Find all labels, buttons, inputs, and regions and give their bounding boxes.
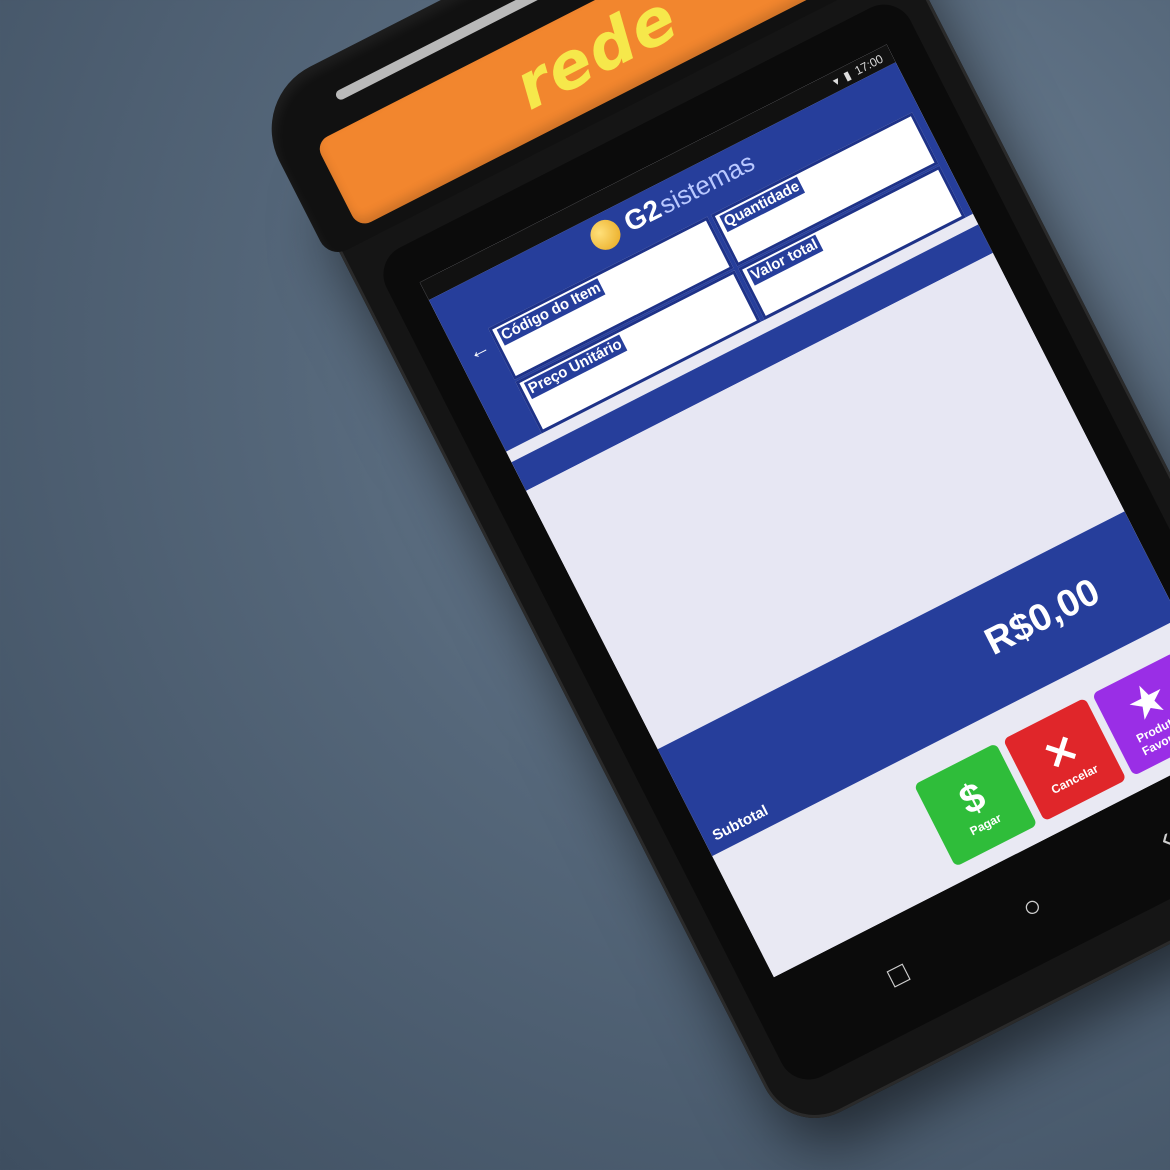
brand-logo: rede (503, 0, 691, 125)
nav-home-icon[interactable]: ○ (998, 879, 1067, 937)
nav-recent-icon[interactable]: □ (864, 947, 933, 1005)
battery-icon: ▮ (841, 67, 854, 84)
payment-terminal: rede ▾ ▮ 17:00 G2 sistemas ← Código do I… (247, 0, 1170, 1138)
subtotal-label: Subtotal (709, 802, 771, 845)
subtotal-value: R$0,00 (978, 570, 1107, 664)
logo-circle-icon (585, 214, 626, 256)
back-arrow-icon[interactable]: ← (462, 333, 495, 367)
photo-scene: rede ▾ ▮ 17:00 G2 sistemas ← Código do I… (0, 0, 1170, 1170)
wifi-icon: ▾ (830, 73, 843, 89)
nav-back-icon[interactable]: ‹ (1132, 810, 1170, 868)
